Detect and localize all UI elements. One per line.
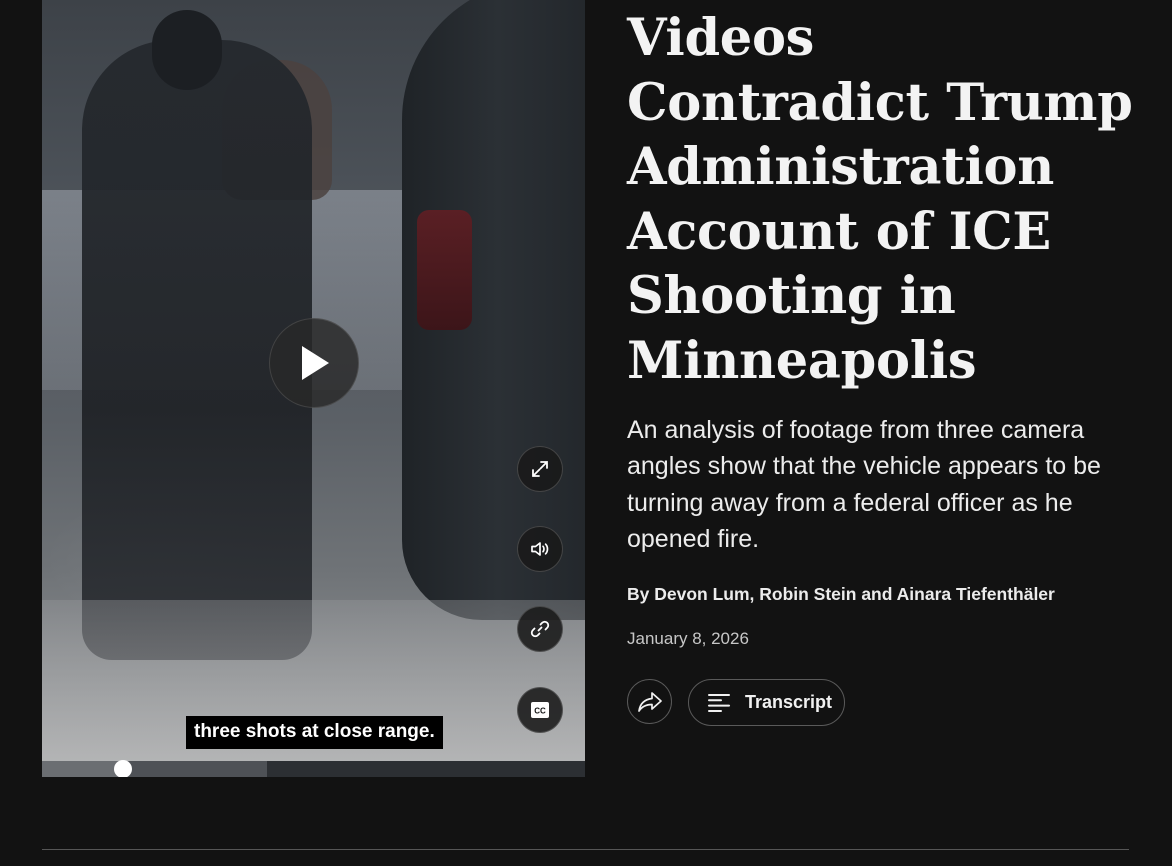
- volume-button[interactable]: [517, 526, 563, 572]
- share-arrow-icon: [637, 691, 662, 712]
- expand-arrows-icon: [532, 461, 548, 477]
- text-lines-icon: [708, 693, 730, 712]
- play-icon: [302, 346, 329, 380]
- video-scene-officer-head: [152, 10, 222, 90]
- headline-line: Minneapolis: [627, 330, 977, 391]
- video-scene-taillight: [417, 210, 472, 330]
- section-divider: [42, 849, 1129, 850]
- svg-text:CC: CC: [534, 707, 546, 716]
- copy-link-button[interactable]: [517, 606, 563, 652]
- play-button[interactable]: [269, 318, 359, 408]
- video-progress-played: [42, 761, 124, 777]
- share-button[interactable]: [627, 679, 672, 724]
- headline: Videos Contradict Trump Administration A…: [627, 6, 1147, 393]
- fullscreen-button[interactable]: [517, 446, 563, 492]
- video-progress-bar[interactable]: [42, 760, 585, 777]
- headline-line: Administration: [627, 137, 1055, 197]
- speaker-icon: [531, 542, 549, 556]
- video-progress-handle[interactable]: [114, 760, 133, 777]
- summary: An analysis of footage from three camera…: [627, 416, 1101, 553]
- video-player[interactable]: CC three shots at close range.: [42, 0, 585, 777]
- headline-line: Videos: [627, 8, 815, 68]
- headline-line: Shooting in: [627, 266, 956, 326]
- byline: By Devon Lum, Robin Stein and Ainara Tie…: [627, 584, 1055, 604]
- captions-button[interactable]: CC: [517, 687, 563, 733]
- publish-date: January 8, 2026: [627, 629, 749, 648]
- headline-line: Contradict Trump: [627, 72, 1133, 133]
- transcript-button[interactable]: Transcript: [688, 679, 845, 726]
- headline-line: Account of ICE: [627, 201, 1051, 262]
- link-icon: [530, 620, 550, 638]
- cc-icon: CC: [531, 702, 549, 718]
- page: CC three shots at close range. Videos Co…: [0, 0, 1172, 866]
- transcript-label: Transcript: [745, 692, 833, 712]
- video-caption: three shots at close range.: [186, 716, 443, 749]
